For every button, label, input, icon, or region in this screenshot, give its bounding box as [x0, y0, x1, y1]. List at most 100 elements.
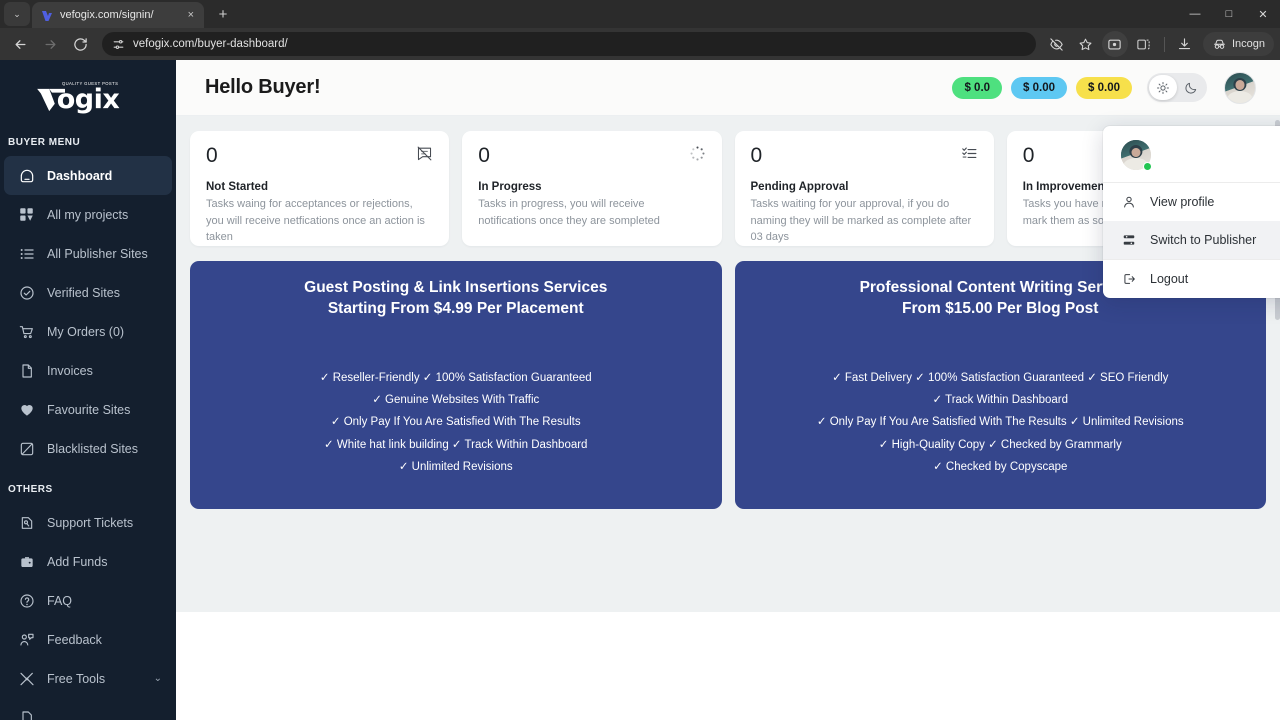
- wallet-icon: [18, 553, 35, 570]
- reload-button[interactable]: [66, 30, 94, 58]
- stat-value: 0: [1022, 144, 1035, 167]
- plus-icon: +: [218, 5, 228, 23]
- sidebar-item-all-my-projects[interactable]: All my projects: [4, 195, 172, 234]
- tab-strip: ⌄ vefogix.com/signin/ × + — □ ✕: [0, 0, 1280, 28]
- moon-icon: [1185, 82, 1197, 94]
- logout-icon: [1121, 272, 1136, 286]
- close-icon[interactable]: ×: [186, 9, 196, 21]
- close-window-button[interactable]: ✕: [1246, 0, 1280, 28]
- stat-card-in-progress[interactable]: 0 In Progress Tasks in progress, you wil…: [462, 131, 722, 246]
- stat-title: In Progress: [478, 181, 542, 193]
- promo-guest-posting[interactable]: Guest Posting & Link Insertions Services…: [190, 261, 722, 509]
- minimize-button[interactable]: —: [1178, 0, 1212, 28]
- new-tab-button[interactable]: +: [210, 2, 236, 26]
- light-mode-button[interactable]: [1149, 75, 1177, 100]
- tab-search-button[interactable]: ⌄: [4, 2, 30, 26]
- tab-title: vefogix.com/signin/: [60, 9, 154, 21]
- sidebar-item-verified-sites[interactable]: Verified Sites: [4, 273, 172, 312]
- arrow-right-icon: [45, 39, 55, 49]
- maximize-button[interactable]: □: [1212, 0, 1246, 28]
- sidebar-item-label: All my projects: [47, 207, 129, 222]
- promo-feature: ✓ Only Pay If You Are Satisfied With The…: [330, 416, 581, 429]
- incognito-label: Incogn: [1231, 38, 1265, 50]
- promo-feature: ✓ Reseller-Friendly ✓ 100% Satisfaction …: [319, 372, 592, 385]
- sidebar-item-blacklisted-sites[interactable]: Blacklisted Sites: [4, 429, 172, 468]
- sidebar-item-feedback[interactable]: Feedback: [4, 620, 172, 659]
- sidebar-item-label: Dashboard: [47, 168, 113, 183]
- sidebar-section-buyer: BUYER MENU: [8, 137, 81, 148]
- stat-card-pending-approval[interactable]: 0 Pending Approval Tasks waiting for you…: [734, 131, 994, 246]
- sidebar-item-support-tickets[interactable]: Support Tickets: [4, 503, 172, 542]
- cart-icon: [18, 323, 35, 340]
- sidebar-item-invoices[interactable]: Invoices: [4, 351, 172, 390]
- logo-tagline: QUALITY GUEST POSTS: [61, 81, 119, 86]
- promo-feature: ✓ High-Quality Copy ✓ Checked by Grammar…: [878, 438, 1122, 451]
- page-title: Hello Buyer!: [205, 76, 321, 98]
- chevron-down-icon[interactable]: ⌄: [154, 673, 162, 684]
- stat-value: 0: [750, 144, 763, 167]
- forward-button: [36, 30, 64, 58]
- sidebar-item-favourite-sites[interactable]: Favourite Sites: [4, 390, 172, 429]
- media-cast-icon[interactable]: [1101, 31, 1128, 57]
- sidebar-item-dashboard[interactable]: Dashboard: [4, 156, 172, 195]
- promo-content-writing[interactable]: Professional Content Writing Services Fr…: [734, 261, 1266, 509]
- document-icon: [18, 362, 35, 379]
- url-text: vefogix.com/buyer-dashboard/: [133, 38, 288, 50]
- browser-tab[interactable]: vefogix.com/signin/ ×: [32, 2, 204, 28]
- sidebar-item-label: Verified Sites: [47, 285, 120, 300]
- site-settings-icon: [113, 39, 124, 49]
- avatar[interactable]: [1224, 71, 1256, 104]
- stat-value: 0: [206, 144, 218, 167]
- sidebar-item-free-tools[interactable]: Free Tools ⌄: [4, 659, 172, 698]
- balance-badge-green[interactable]: $ 0.0: [952, 76, 1003, 99]
- profile-dropdown-menu: View profile Switch to Publisher Logout: [1103, 126, 1280, 298]
- sidebar-item-label: My Orders (0): [47, 324, 125, 339]
- ticket-icon: [18, 514, 35, 531]
- sidebar-item-label: All Publisher Sites: [47, 246, 148, 261]
- bookmark-star-icon[interactable]: [1073, 31, 1099, 57]
- download-icon[interactable]: [1172, 31, 1198, 57]
- heart-icon: [18, 401, 35, 418]
- avatar[interactable]: [1121, 140, 1152, 171]
- menu-item-logout[interactable]: Logout: [1103, 260, 1280, 298]
- back-button[interactable]: [6, 30, 34, 58]
- dark-mode-button[interactable]: [1177, 75, 1205, 100]
- toolbar-divider: [1163, 36, 1165, 52]
- reload-icon: [73, 37, 87, 51]
- sidebar: ogix QUALITY GUEST POSTS BUYER MENU Dash…: [0, 60, 176, 720]
- promo-banners: Guest Posting & Link Insertions Services…: [190, 261, 1266, 509]
- sidebar-item-all-publisher-sites[interactable]: All Publisher Sites: [4, 234, 172, 273]
- balance-badge-yellow[interactable]: $ 0.00: [1076, 76, 1132, 99]
- maximize-icon: □: [1225, 8, 1233, 20]
- menu-item-switch-to-publisher[interactable]: Switch to Publisher: [1103, 221, 1280, 259]
- tools-icon: [18, 670, 35, 687]
- theme-toggle[interactable]: [1147, 73, 1207, 102]
- eye-off-icon[interactable]: [1044, 31, 1070, 57]
- incognito-indicator[interactable]: Incogn: [1202, 32, 1274, 56]
- brand-logo[interactable]: ogix QUALITY GUEST POSTS: [0, 76, 176, 133]
- address-bar[interactable]: vefogix.com/buyer-dashboard/: [102, 32, 1036, 56]
- sidebar-item-label: Support Tickets: [47, 515, 134, 530]
- menu-item-view-profile[interactable]: View profile: [1103, 183, 1280, 221]
- stat-title: Not Started: [206, 181, 268, 193]
- sidebar-item-partial[interactable]: [0, 698, 176, 720]
- sidebar-item-label: Blacklisted Sites: [47, 441, 139, 456]
- status-badge: [1143, 162, 1152, 171]
- promo-feature-list: ✓ Fast Delivery ✓ 100% Satisfaction Guar…: [751, 367, 1251, 478]
- sidebar-item-label: Favourite Sites: [47, 402, 131, 417]
- split-screen-icon[interactable]: [1131, 31, 1157, 57]
- sidebar-item-add-funds[interactable]: Add Funds: [4, 542, 172, 581]
- minimize-icon: —: [1189, 8, 1201, 20]
- sidebar-item-label: Feedback: [47, 632, 102, 647]
- sidebar-item-faq[interactable]: FAQ: [4, 581, 172, 620]
- dashboard-icon: [18, 167, 35, 184]
- spinner-icon: [689, 145, 706, 167]
- stat-card-not-started[interactable]: 0 Not Started Tasks waing for acceptance…: [190, 131, 450, 246]
- person-icon: [1121, 195, 1136, 209]
- sidebar-item-label: Invoices: [47, 363, 93, 378]
- promo-title-line2: From $15.00 Per Blog Post: [902, 299, 1099, 317]
- balance-badge-blue[interactable]: $ 0.00: [1011, 76, 1068, 99]
- sidebar-item-my-orders[interactable]: My Orders (0): [4, 312, 172, 351]
- menu-item-label: Switch to Publisher: [1150, 233, 1257, 247]
- menu-item-label: Logout: [1150, 272, 1189, 286]
